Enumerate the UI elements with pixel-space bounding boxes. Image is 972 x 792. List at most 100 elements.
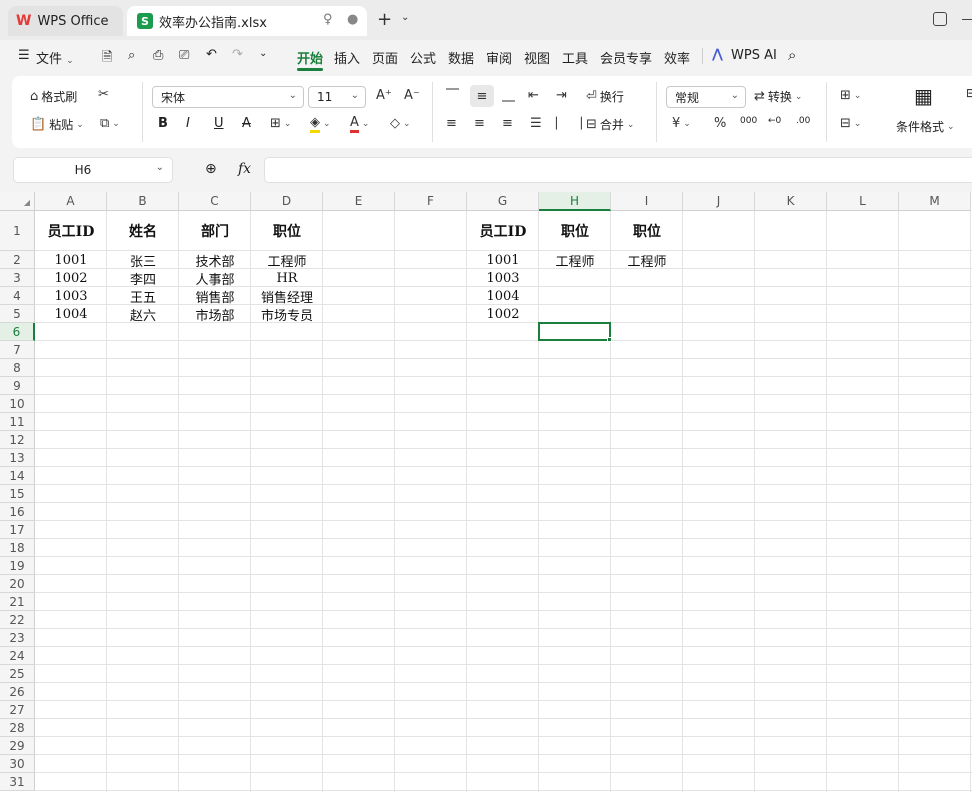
row-header-4[interactable]: 4 <box>0 287 35 305</box>
thousands-button[interactable]: 000 <box>740 116 757 126</box>
row-header-25[interactable]: 25 <box>0 665 35 683</box>
percent-button[interactable]: % <box>714 116 726 131</box>
column-header-c[interactable]: C <box>179 192 251 211</box>
tab-document[interactable]: S 效率办公指南.xlsx ♀ ● <box>127 6 367 36</box>
row-header-23[interactable]: 23 <box>0 629 35 647</box>
row-header-8[interactable]: 8 <box>0 359 35 377</box>
column-header-g[interactable]: G <box>467 192 539 211</box>
menu-insert[interactable]: 插入 <box>334 48 360 67</box>
decrease-font-button[interactable]: A⁻ <box>404 88 420 103</box>
more-icon[interactable]: ⊟ <box>966 86 972 100</box>
save-icon[interactable]: 🗎 <box>102 48 112 70</box>
column-header-d[interactable]: D <box>251 192 323 211</box>
menu-formula[interactable]: 公式 <box>410 48 436 67</box>
row-header-2[interactable]: 2 <box>0 251 35 269</box>
cell-h1[interactable]: 职位 <box>539 211 611 251</box>
undo-icon[interactable]: ↶ <box>206 47 217 62</box>
font-color-button[interactable]: A ⌄ <box>350 115 369 133</box>
column-header-m[interactable]: M <box>899 192 971 211</box>
underline-button[interactable]: U <box>214 116 224 131</box>
quick-access-chevron-icon[interactable]: ⌄ <box>259 48 267 59</box>
menu-tools[interactable]: 工具 <box>562 48 588 67</box>
cell-d4[interactable]: 销售经理 <box>251 287 323 306</box>
row-header-3[interactable]: 3 <box>0 269 35 287</box>
align-center-button[interactable]: ≡ <box>474 116 485 131</box>
function-icon[interactable]: fx <box>238 161 251 177</box>
row-header-15[interactable]: 15 <box>0 485 35 503</box>
cell-d5[interactable]: 市场专员 <box>251 305 323 324</box>
align-right-button[interactable]: ≡ <box>502 116 513 131</box>
row-header-29[interactable]: 29 <box>0 737 35 755</box>
italic-button[interactable]: I <box>186 116 190 131</box>
paste-button[interactable]: 📋 粘贴 ⌄ <box>30 116 84 133</box>
cell-g4[interactable]: 1004 <box>467 287 539 305</box>
menu-efficiency[interactable]: 效率 <box>664 48 690 67</box>
column-header-i[interactable]: I <box>611 192 683 211</box>
column-header-e[interactable]: E <box>323 192 395 211</box>
redo-icon[interactable]: ↷ <box>232 47 243 62</box>
cell-i2[interactable]: 工程师 <box>611 251 683 270</box>
row-header-24[interactable]: 24 <box>0 647 35 665</box>
cell-i1[interactable]: 职位 <box>611 211 683 251</box>
window-restore-icon[interactable] <box>933 12 947 26</box>
name-box[interactable]: H6 ⌄ <box>13 157 173 183</box>
cell-c1[interactable]: 部门 <box>179 211 251 251</box>
column-header-h[interactable]: H <box>539 192 611 211</box>
select-all-corner[interactable]: ◢ <box>0 192 35 211</box>
row-header-19[interactable]: 19 <box>0 557 35 575</box>
spreadsheet-grid[interactable]: ◢ A B C D E F G H I J K L M 1 2 3 4 5 6 7 8 9 10 11 12 13 14 15 16 17… <box>0 192 972 792</box>
menu-data[interactable]: 数据 <box>448 48 474 67</box>
row-header-5[interactable]: 5 <box>0 305 35 323</box>
row-header-30[interactable]: 30 <box>0 755 35 773</box>
cell-g2[interactable]: 1001 <box>467 251 539 269</box>
cell-a3[interactable]: 1002 <box>35 269 107 287</box>
cell-a4[interactable]: 1003 <box>35 287 107 305</box>
distribute-button[interactable]: ⎸⎹ <box>556 116 582 131</box>
align-top-button[interactable]: ⎺ <box>446 88 459 103</box>
cell-b5[interactable]: 赵六 <box>107 305 179 324</box>
cell-a2[interactable]: 1001 <box>35 251 107 269</box>
share-icon[interactable]: ⌕ <box>128 48 135 63</box>
row-header-31[interactable]: 31 <box>0 773 35 791</box>
cell-d2[interactable]: 工程师 <box>251 251 323 270</box>
row-header-20[interactable]: 20 <box>0 575 35 593</box>
new-tab-icon[interactable]: + <box>377 9 392 30</box>
increase-font-button[interactable]: A⁺ <box>376 88 392 103</box>
cell-g3[interactable]: 1003 <box>467 269 539 287</box>
window-minimize-icon[interactable] <box>962 12 972 20</box>
cut-button[interactable]: ✂ <box>98 87 109 102</box>
column-header-l[interactable]: L <box>827 192 899 211</box>
align-left-button[interactable]: ≡ <box>446 116 457 131</box>
row-header-26[interactable]: 26 <box>0 683 35 701</box>
row-header-27[interactable]: 27 <box>0 701 35 719</box>
increase-decimal-button[interactable]: ←0 <box>768 116 781 126</box>
menu-review[interactable]: 审阅 <box>486 48 512 67</box>
indent-button[interactable]: ⇥ <box>556 88 567 103</box>
formula-input[interactable] <box>264 157 972 183</box>
cell-d1[interactable]: 职位 <box>251 211 323 251</box>
column-header-b[interactable]: B <box>107 192 179 211</box>
print-icon[interactable]: ⎙ <box>153 48 163 63</box>
row-header-28[interactable]: 28 <box>0 719 35 737</box>
hamburger-icon[interactable]: ☰ <box>18 48 30 63</box>
row-header-14[interactable]: 14 <box>0 467 35 485</box>
row-header-12[interactable]: 12 <box>0 431 35 449</box>
menu-wps-ai[interactable]: WPS AI <box>731 48 777 63</box>
font-size-select[interactable]: 11 ⌄ <box>308 86 366 108</box>
table-style-button[interactable]: ⊞ ⌄ <box>840 88 861 103</box>
cell-g1[interactable]: 员工ID <box>467 211 539 251</box>
menu-view[interactable]: 视图 <box>524 48 550 67</box>
outdent-button[interactable]: ⇤ <box>528 88 539 103</box>
row-header-1[interactable]: 1 <box>0 211 35 251</box>
font-name-select[interactable]: 宋体 ⌄ <box>152 86 304 108</box>
wrap-text-button[interactable]: ⏎ 换行 <box>586 88 624 105</box>
conditional-format-button[interactable]: 条件格式 ⌄ <box>896 118 955 135</box>
justify-button[interactable]: ☰ <box>530 116 542 131</box>
cell-b3[interactable]: 李四 <box>107 269 179 288</box>
border-button[interactable]: ⊞ ⌄ <box>270 116 291 131</box>
tab-wps-office[interactable]: W WPS Office <box>8 6 123 36</box>
row-header-17[interactable]: 17 <box>0 521 35 539</box>
row-header-18[interactable]: 18 <box>0 539 35 557</box>
cell-a1[interactable]: 员工ID <box>35 211 107 251</box>
unsaved-dot-icon[interactable]: ● <box>347 12 358 27</box>
